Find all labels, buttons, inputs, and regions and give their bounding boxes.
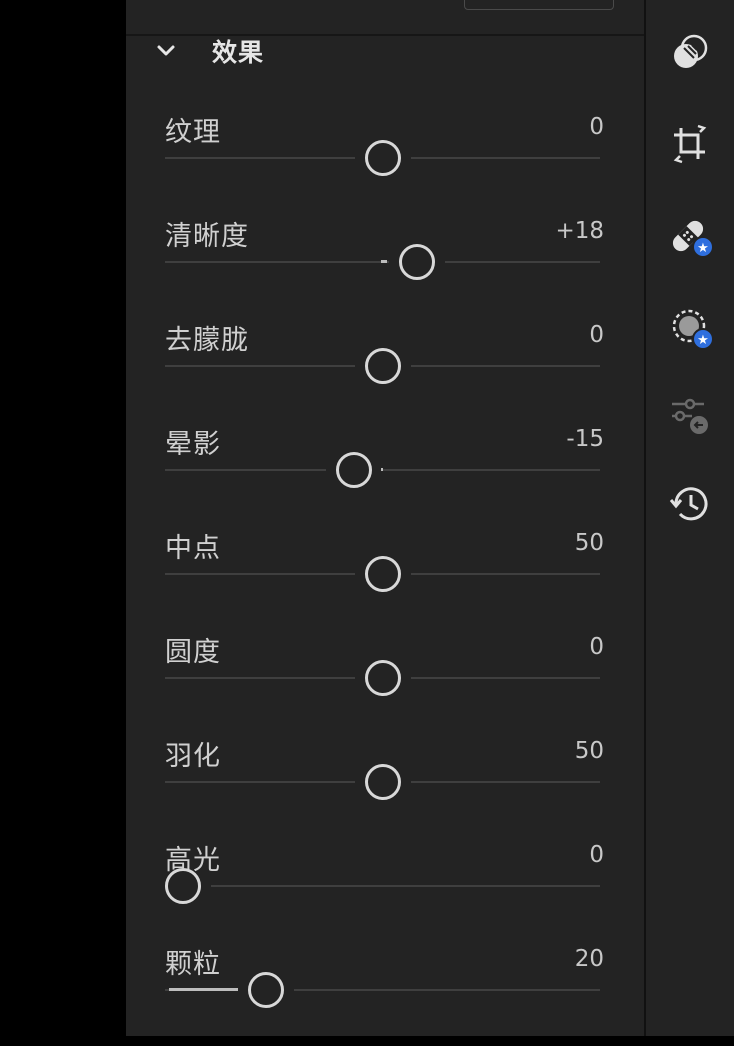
slider-track[interactable] [165, 658, 600, 698]
history-tool-button[interactable] [668, 482, 712, 526]
healing-bandage-icon: ★ [672, 220, 714, 258]
track-left [165, 469, 326, 471]
slider-knob[interactable] [365, 348, 401, 384]
history-clock-icon [669, 487, 708, 521]
slider-value[interactable]: -15 [566, 426, 604, 452]
slider-value[interactable]: 0 [589, 842, 604, 868]
slider-row-dehaze: 去朦胧 0 [126, 318, 644, 422]
slider-value[interactable]: 50 [575, 530, 604, 556]
masking-tool-button[interactable]: ★ [668, 306, 714, 350]
crop-tool-button[interactable] [668, 122, 712, 166]
slider-knob[interactable] [248, 972, 284, 1008]
slider-track[interactable] [165, 866, 600, 906]
slider-value[interactable]: 0 [589, 634, 604, 660]
slider-value[interactable]: 20 [575, 946, 604, 972]
presets-sliders-icon [672, 398, 708, 434]
slider-knob[interactable] [365, 140, 401, 176]
track-left [165, 157, 355, 159]
slider-track[interactable] [165, 346, 600, 386]
track-left [165, 677, 355, 679]
track-right [294, 989, 600, 991]
slider-knob[interactable] [365, 660, 401, 696]
track-right [382, 469, 600, 471]
effects-section-header[interactable]: 效果 [156, 36, 265, 67]
slider-track[interactable] [165, 762, 600, 802]
slider-row-grain: 颗粒 20 [126, 942, 644, 1046]
slider-track[interactable] [165, 970, 600, 1010]
track-right [211, 885, 600, 887]
track-right [445, 261, 600, 263]
track-left [165, 261, 389, 263]
track-left [165, 781, 355, 783]
slider-knob[interactable] [336, 452, 372, 488]
track-right [411, 157, 600, 159]
slider-knob[interactable] [165, 868, 201, 904]
previous-section-control[interactable] [464, 0, 614, 10]
track-right [411, 781, 600, 783]
track-right [411, 573, 600, 575]
slider-row-clarity: 清晰度 +18 [126, 214, 644, 318]
tool-sidebar: ★ ★ [644, 0, 734, 1036]
slider-value[interactable]: 0 [589, 114, 604, 140]
track-right [411, 677, 600, 679]
track-left [165, 365, 355, 367]
edit-tool-button[interactable] [668, 30, 712, 74]
slider-track[interactable] [165, 554, 600, 594]
slider-row-texture: 纹理 0 [126, 110, 644, 214]
chevron-down-icon[interactable] [156, 41, 176, 61]
svg-text:★: ★ [697, 333, 709, 348]
slider-row-midpoint: 中点 50 [126, 526, 644, 630]
slider-track[interactable] [165, 450, 600, 490]
slider-row-roundness: 圆度 0 [126, 630, 644, 734]
image-area [0, 0, 126, 1036]
edit-circles-icon [674, 34, 708, 68]
track-left [165, 573, 355, 575]
section-title: 效果 [212, 38, 265, 67]
slider-knob[interactable] [365, 764, 401, 800]
track-fill [169, 988, 238, 991]
slider-row-feather: 羽化 50 [126, 734, 644, 838]
slider-value[interactable]: +18 [555, 218, 604, 244]
slider-row-highlights: 高光 0 [126, 838, 644, 942]
slider-value[interactable]: 0 [589, 322, 604, 348]
svg-text:★: ★ [697, 241, 709, 256]
center-mark [380, 468, 383, 471]
slider-value[interactable]: 50 [575, 738, 604, 764]
track-right [411, 365, 600, 367]
presets-tool-button[interactable] [668, 394, 712, 438]
slider-knob[interactable] [399, 244, 435, 280]
slider-track[interactable] [165, 138, 600, 178]
center-mark [380, 260, 387, 263]
effects-panel: 效果 纹理 0 清晰度 +18 去朦胧 0 晕影 -15 中点 50 圆度 0 羽化 50 高光 0 颗粒 20 [126, 0, 644, 1036]
crop-rotate-icon [673, 124, 707, 164]
masking-icon: ★ [672, 309, 714, 350]
slider-track[interactable] [165, 242, 600, 282]
healing-tool-button[interactable]: ★ [668, 214, 714, 258]
slider-knob[interactable] [365, 556, 401, 592]
slider-row-vignette: 晕影 -15 [126, 422, 644, 526]
